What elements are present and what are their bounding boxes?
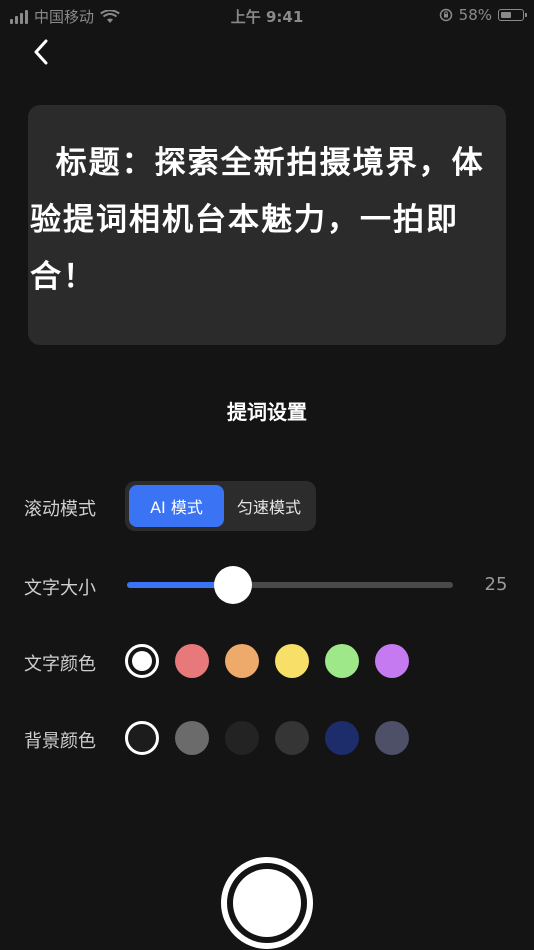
record-button-inner [233, 869, 301, 937]
status-bar: 中国移动 上午 9:41 58% [0, 0, 534, 30]
text-color-swatch-2[interactable] [175, 644, 209, 678]
text-color-swatch-1[interactable] [125, 644, 159, 678]
scroll-mode-label: 滚动模式 [24, 499, 96, 520]
slider-thumb[interactable] [214, 566, 252, 604]
status-right: 58% [439, 6, 527, 24]
battery-fill [501, 12, 511, 18]
text-color-swatch-3[interactable] [225, 644, 259, 678]
chevron-left-icon [34, 39, 48, 65]
battery-percent: 58% [458, 6, 492, 24]
script-preview-card: 标题：探索全新拍摄境界，体验提词相机台本魅力，一拍即合！ [28, 105, 506, 345]
font-size-slider[interactable] [127, 566, 453, 604]
bg-color-swatch-6[interactable] [375, 721, 409, 755]
text-color-swatch-4[interactable] [275, 644, 309, 678]
uniform-speed-option[interactable]: 匀速模式 [225, 485, 313, 527]
text-color-swatch-5[interactable] [325, 644, 359, 678]
script-text: 标题：探索全新拍摄境界，体验提词相机台本魅力，一拍即合！ [30, 145, 485, 295]
text-color-swatch-6[interactable] [375, 644, 409, 678]
font-size-value: 25 [484, 574, 508, 595]
back-button[interactable] [26, 36, 56, 68]
bg-color-swatch-1[interactable] [125, 721, 159, 755]
font-size-label: 文字大小 [24, 578, 96, 599]
bg-color-swatch-2[interactable] [175, 721, 209, 755]
bg-color-label: 背景颜色 [24, 731, 96, 752]
teleprompter-settings-screen: 中国移动 上午 9:41 58% 标题：探索全新拍摄境界，体验提词相机台本魅力，… [0, 0, 534, 950]
record-button[interactable] [221, 857, 313, 949]
ai-mode-option[interactable]: AI 模式 [129, 485, 224, 527]
bg-color-swatch-5[interactable] [325, 721, 359, 755]
battery-icon [498, 9, 527, 21]
scroll-mode-segmented-control: AI 模式 匀速模式 [125, 481, 316, 531]
settings-title: 提词设置 [227, 400, 307, 424]
orientation-lock-icon [439, 8, 452, 22]
bg-color-swatch-4[interactable] [275, 721, 309, 755]
text-color-label: 文字颜色 [24, 654, 96, 675]
bg-color-swatch-3[interactable] [225, 721, 259, 755]
